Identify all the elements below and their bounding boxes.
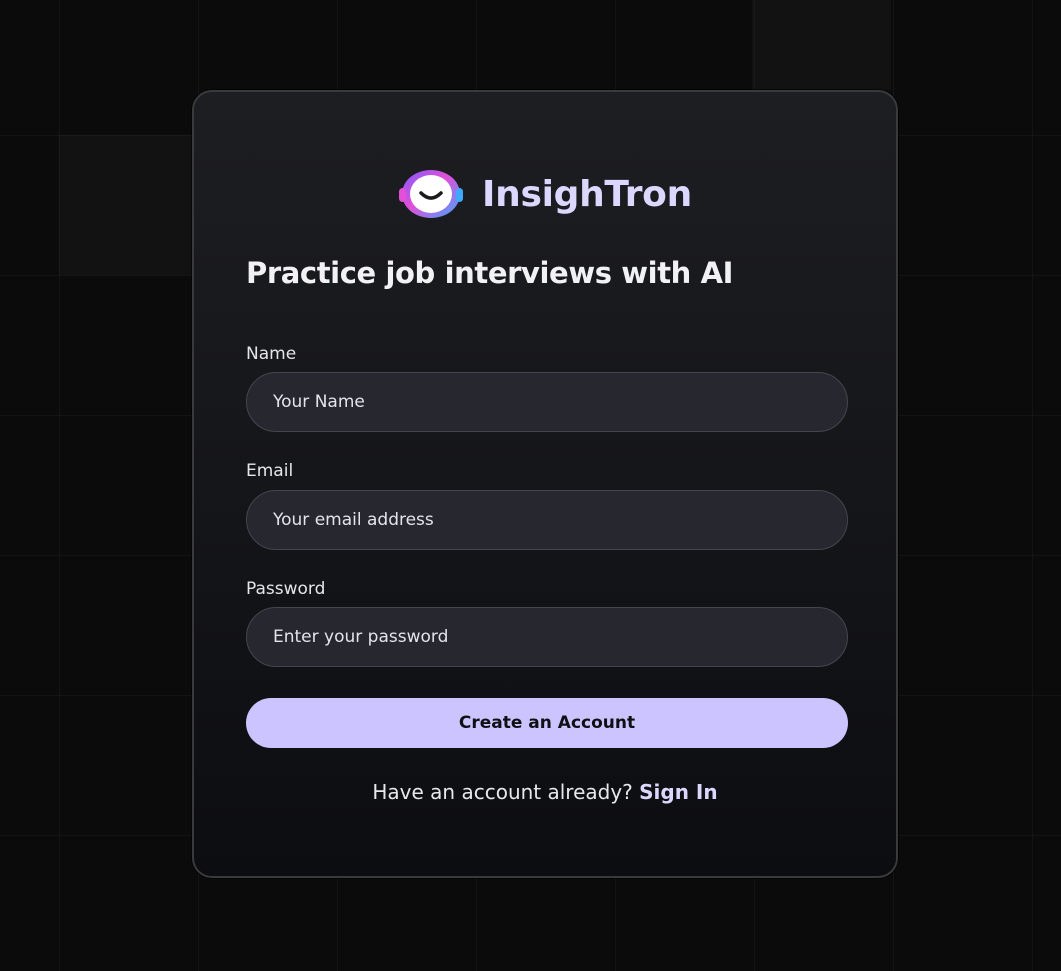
create-account-button[interactable]: Create an Account	[246, 698, 848, 748]
name-input[interactable]	[246, 372, 848, 432]
password-label: Password	[246, 579, 326, 599]
name-label: Name	[246, 344, 297, 364]
page-headline: Practice job interviews with AI	[246, 256, 734, 290]
brand-name: InsighTron	[482, 173, 692, 215]
background-tile	[59, 135, 198, 275]
password-input[interactable]	[246, 607, 848, 667]
brand-header: InsighTron	[194, 166, 896, 222]
robot-face-logo-icon	[399, 170, 464, 218]
signin-prompt: Have an account already? Sign In	[194, 780, 896, 804]
background-tile	[752, 0, 891, 90]
email-label: Email	[246, 461, 294, 481]
email-input[interactable]	[246, 490, 848, 550]
signup-card: InsighTron Practice job interviews with …	[192, 90, 898, 878]
signin-prompt-text: Have an account already?	[372, 780, 633, 804]
sign-in-link[interactable]: Sign In	[639, 780, 717, 804]
